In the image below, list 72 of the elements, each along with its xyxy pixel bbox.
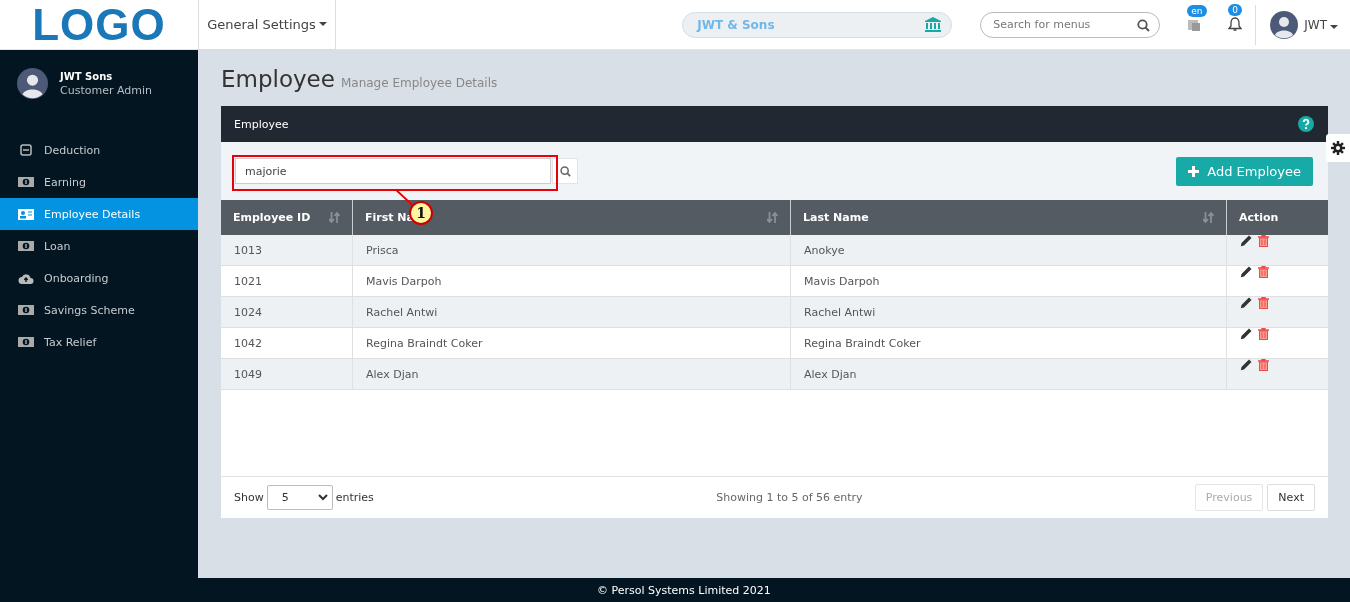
page-size-select[interactable]: 5 [266,485,333,510]
table-cell: Mavis Darpoh [790,265,1227,297]
settings-icon [1331,141,1345,155]
sidebar-item[interactable]: Earning [0,166,198,198]
id-card-icon [18,208,34,220]
money-bill-icon [18,177,34,187]
notification-badge: 0 [1228,4,1242,16]
pencil-icon[interactable] [1240,359,1252,371]
money-bill-icon [18,241,34,251]
cloud-upload-icon [18,272,34,284]
show-label: Show [234,491,264,504]
avatar-icon [1270,10,1299,39]
search-button[interactable] [552,158,578,184]
table-cell: Alex Djan [352,358,791,390]
general-settings-menu[interactable]: General Settings [198,0,336,50]
plus-icon [1188,165,1200,177]
table-cell: 1024 [221,296,353,328]
money-bill-icon [18,305,34,315]
user-role: Customer Admin [60,83,152,97]
bank-icon [925,17,942,32]
footer-text: © Persol Systems Limited 2021 [198,578,1350,602]
sidebar-item[interactable]: Tax Relief [0,326,198,358]
employee-search-field[interactable]: majorie [235,158,551,184]
money-bill-icon [18,337,34,347]
settings-tab[interactable] [1326,134,1350,162]
bell-icon[interactable] [1228,17,1243,32]
language-badge: en [1187,4,1207,17]
table-cell: Anokye [790,235,1227,266]
table-cell: 1049 [221,358,353,390]
trash-icon[interactable] [1258,235,1269,247]
sort-icon [1203,212,1214,223]
sidebar-item[interactable]: Deduction [0,134,198,166]
search-icon [559,165,571,177]
page-subtitle: Manage Employee Details [340,76,498,90]
sort-icon [767,212,778,223]
column-header[interactable]: Employee ID [221,200,353,235]
column-header[interactable]: Last Name [790,200,1227,235]
sidebar-item[interactable]: Loan [0,230,198,262]
search-icon [1137,18,1151,32]
sort-icon [329,212,340,223]
trash-icon[interactable] [1258,359,1269,371]
user-name: JWT Sons [60,70,114,82]
pagination-button[interactable]: Next [1267,484,1315,511]
minus-square-icon [18,144,34,156]
pencil-icon[interactable] [1240,297,1252,309]
sidebar-item[interactable]: Savings Scheme [0,294,198,326]
table-cell: 1042 [221,327,353,359]
trash-icon[interactable] [1258,266,1269,278]
panel-title: Employee [234,117,289,131]
sidebar-item[interactable]: Onboarding [0,262,198,294]
table-cell: Alex Djan [790,358,1227,390]
avatar-icon [17,68,48,99]
help-icon[interactable] [1298,116,1314,132]
trash-icon[interactable] [1258,297,1269,309]
table-cell: Rachel Antwi [790,296,1227,328]
entries-label: entries [335,491,374,504]
language-icon[interactable] [1187,17,1202,32]
table-cell: Prisca [352,235,791,266]
pagination-info: Showing 1 to 5 of 56 entry [716,491,863,504]
logo: LOGO [32,0,166,50]
table-cell: 1013 [221,235,353,266]
chevron-down-icon [317,494,328,501]
user-menu[interactable]: JWT [1304,17,1338,32]
menu-search-field[interactable]: Search for menus [980,11,1161,38]
table-cell: Rachel Antwi [352,296,791,328]
table-cell: 1021 [221,265,353,297]
table-cell: Regina Braindt Coker [790,327,1227,359]
table-cell: Mavis Darpoh [352,265,791,297]
table-cell: Regina Braindt Coker [352,327,791,359]
trash-icon[interactable] [1258,328,1269,340]
column-header[interactable]: Action [1226,200,1328,235]
page-title: Employee [221,66,335,92]
